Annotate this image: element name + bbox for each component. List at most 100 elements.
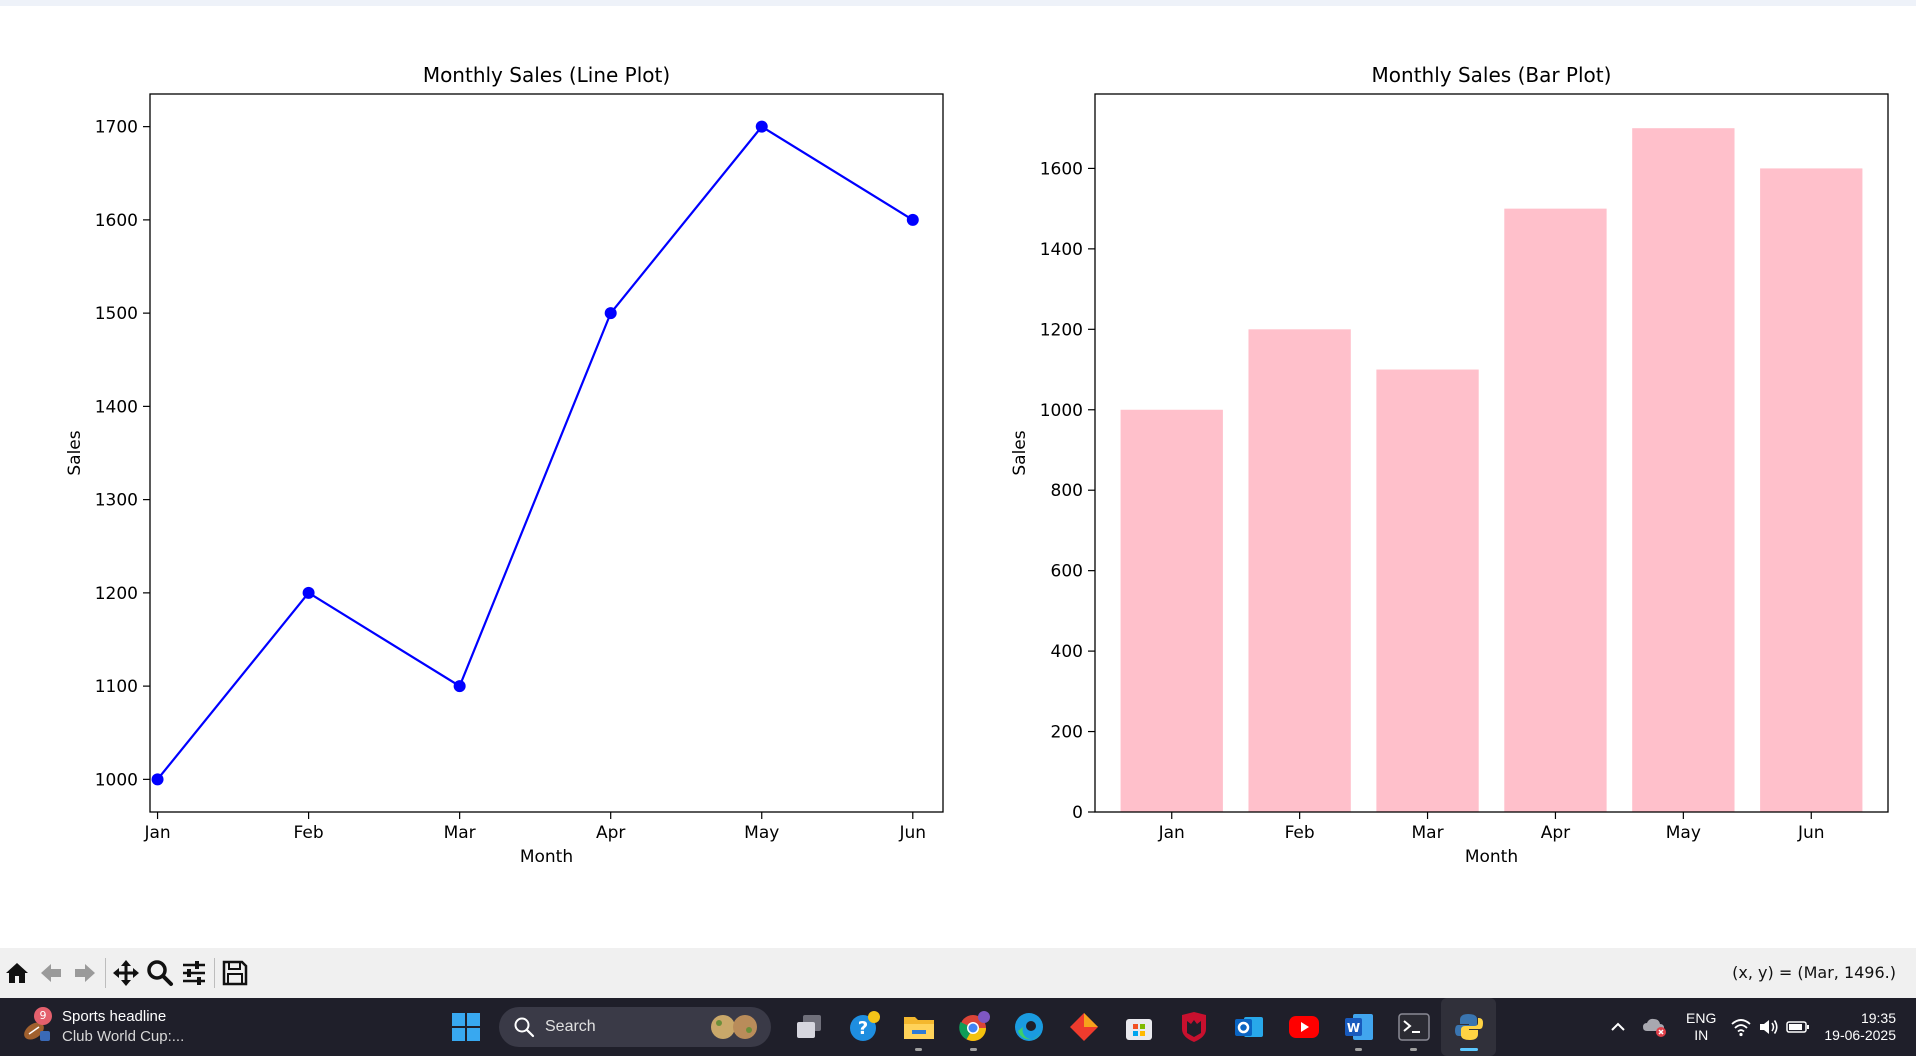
outlook-app[interactable] [1221,998,1276,1056]
chrome-app[interactable] [946,998,1001,1056]
store-app[interactable] [1111,998,1166,1056]
news-widget[interactable]: 9 Sports headline Club World Cup:... [18,1006,184,1048]
onedrive-error-icon[interactable] [1642,1016,1668,1038]
zoom-button[interactable] [143,953,177,993]
help-icon: ? [849,1011,880,1041]
svg-text:?: ? [857,1018,867,1039]
word-icon: W [1344,1014,1373,1040]
y-tick-label: 1600 [95,211,138,231]
python-app[interactable] [1441,998,1496,1056]
git-icon [1069,1013,1098,1041]
x-axis-label: Month [1465,847,1518,867]
help-app[interactable]: ? [836,998,891,1056]
edge-icon [1014,1013,1043,1041]
terminal-icon [1397,1013,1430,1041]
y-tick-label: 0 [1072,803,1083,823]
bar-jan [1120,409,1223,812]
widget-subtitle: Club World Cup:... [62,1028,185,1045]
svg-text:W: W [1346,1021,1359,1035]
battery-icon[interactable] [1786,1019,1810,1035]
task-view-icon [796,1015,821,1038]
y-tick-label: 1000 [1040,401,1083,421]
y-tick-label: 1300 [95,491,138,511]
y-tick-label: 1400 [1040,240,1083,260]
x-tick-label: Feb [294,823,324,843]
x-tick-label: Feb [1285,823,1315,843]
bar-plot-axes: Monthly Sales (Bar Plot) 0 200 400 600 800 100… [1010,63,1889,867]
y-tick-label: 800 [1051,481,1083,501]
terminal-app[interactable] [1386,998,1441,1056]
x-tick-label: Jan [1158,823,1185,843]
show-hidden-icons-chevron-icon[interactable] [1608,1017,1628,1037]
mcafee-app[interactable] [1166,998,1221,1056]
system-clock[interactable]: 19:35 19-06-2025 [1824,1010,1896,1044]
home-button[interactable] [0,953,34,993]
y-tick-label: 1400 [95,397,138,417]
y-tick-label: 1100 [95,677,138,697]
cursor-coordinates: (x, y) = (Mar, 1496.) [1732,963,1896,982]
save-icon [222,960,248,986]
x-tick-label: May [1666,823,1701,843]
youtube-app[interactable] [1276,998,1331,1056]
point-mar [453,680,466,693]
search-icon [514,1017,535,1038]
pan-button[interactable] [109,953,143,993]
store-icon [1125,1019,1152,1040]
chart-title: Monthly Sales (Line Plot) [423,63,670,87]
bar-feb [1248,329,1351,812]
y-tick-label: 1700 [95,118,138,138]
x-tick-label: Jun [1797,823,1825,843]
file-explorer-app[interactable] [891,998,946,1056]
y-tick-label: 1600 [1040,159,1083,179]
taskbar-search[interactable]: Search [499,1007,771,1047]
back-icon [41,964,61,982]
notification-badge: 9 [34,1007,52,1025]
save-button[interactable] [218,953,252,993]
toolbar-separator [105,958,106,988]
axes-frame [149,93,944,813]
bar-may [1632,128,1735,812]
chart-title: Monthly Sales (Bar Plot) [1372,63,1612,87]
start-button[interactable] [438,998,493,1056]
configure-button[interactable] [177,953,211,993]
wifi-icon[interactable] [1730,1017,1752,1037]
y-tick-label: 600 [1051,562,1083,582]
point-jun [906,213,919,226]
figure-canvas: Monthly Sales (Line Plot) 1000 1100 1200 130… [65,63,1889,867]
clock-time: 19:35 [1860,1010,1896,1026]
x-tick-label: May [744,823,779,843]
edge-app[interactable] [1001,998,1056,1056]
git-app[interactable] [1056,998,1111,1056]
line-plot-axes: Monthly Sales (Line Plot) 1000 1100 1200 130… [65,63,944,867]
search-label: Search [545,1018,596,1035]
plot-toolbar: (x, y) = (Mar, 1496.) [0,948,1916,998]
y-axis-label: Sales [1010,430,1030,475]
youtube-icon [1288,1016,1319,1038]
forward-button[interactable] [68,953,102,993]
search-highlight-icon [711,1015,757,1039]
back-button[interactable] [34,953,68,993]
bar-jun [1760,168,1863,813]
toolbar-separator [214,958,215,988]
task-view-button[interactable] [781,998,836,1056]
point-feb [302,586,315,599]
football-icon: 9 [18,1007,54,1045]
pan-icon [113,960,139,986]
y-tick-label: 1200 [1040,320,1083,340]
x-tick-label: Mar [1412,823,1444,843]
word-app[interactable]: W [1331,998,1386,1056]
file-explorer-icon [903,1017,934,1039]
home-icon [6,963,28,983]
windows-start-icon [451,1013,480,1041]
bar-mar [1376,369,1479,812]
configure-icon [183,961,205,985]
y-tick-label: 1000 [95,770,138,790]
volume-icon[interactable] [1758,1017,1780,1037]
x-tick-label: Apr [1541,823,1570,843]
python-icon [1454,1014,1483,1040]
x-tick-label: Jan [143,823,170,843]
windows-taskbar: 9 Sports headline Club World Cup:... Sea… [0,998,1916,1056]
y-tick-label: 200 [1051,723,1083,743]
sales-line [156,125,914,781]
language-indicator[interactable]: ENG IN [1686,1010,1716,1044]
